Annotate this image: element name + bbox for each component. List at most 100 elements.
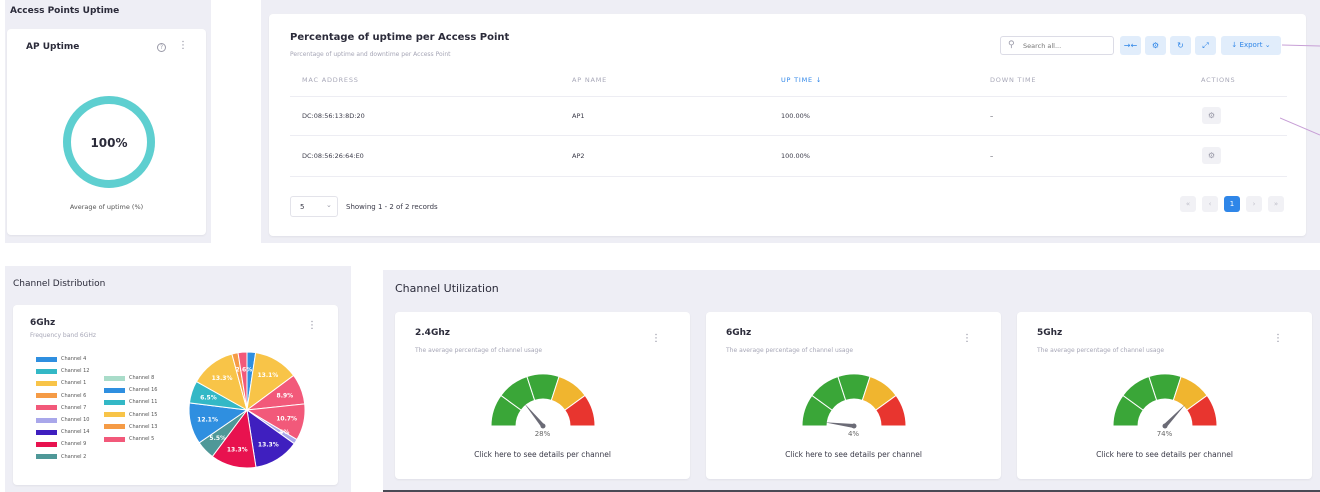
legend-item[interactable]: Channel 12 <box>36 368 89 374</box>
column-header-actions: ACTIONS <box>1201 76 1236 84</box>
row-action-button[interactable]: ⚙ <box>1202 147 1221 164</box>
search-box[interactable]: ⚲ <box>1000 36 1114 55</box>
cell-mac: DC:08:56:26:64:E0 <box>302 152 364 160</box>
column-header-ap-name[interactable]: AP NAME <box>572 76 607 84</box>
legend-label: Channel 9 <box>61 441 87 448</box>
gauge-card-6ghz: 6Ghz The average percentage of channel u… <box>706 312 1001 479</box>
gauge-subtitle: The average percentage of channel usage <box>726 347 854 354</box>
row-action-button[interactable]: ⚙ <box>1202 107 1221 124</box>
uptime-table-subtitle: Percentage of uptime and downtime per Ac… <box>290 51 451 58</box>
legend-swatch <box>36 368 57 374</box>
export-button[interactable]: ↓ Export ⌄ <box>1221 36 1281 55</box>
pie-slice-label: 10.7% <box>276 416 297 423</box>
gauge-menu-icon[interactable]: ⋮ <box>1273 334 1283 344</box>
gauge-needle-hub <box>1162 423 1168 429</box>
legend-swatch <box>104 375 125 381</box>
pie-slice-label: 5.5% <box>209 435 226 442</box>
gauge-value: 4% <box>847 430 860 438</box>
pie-slice-label: 13.3% <box>258 442 279 449</box>
legend-item[interactable]: Channel 11 <box>104 399 157 405</box>
gauge-needle-hub <box>540 423 546 429</box>
cell-down-time: – <box>990 152 994 160</box>
gauge-needle <box>824 422 855 428</box>
legend-item[interactable]: Channel 15 <box>104 412 157 418</box>
channel-distribution-title: Channel Distribution <box>13 279 106 289</box>
legend-item[interactable]: Channel 16 <box>104 387 157 393</box>
gauge-menu-icon[interactable]: ⋮ <box>651 334 661 344</box>
legend-swatch <box>36 380 57 386</box>
channel-utilization-title: Channel Utilization <box>395 282 499 295</box>
legend-label: Channel 5 <box>129 436 155 442</box>
channel-details-link[interactable]: Click here to see details per channel <box>395 450 690 459</box>
decorative-lines <box>1280 44 1320 136</box>
legend-label: Channel 7 <box>61 404 87 411</box>
refresh-button[interactable]: ↻ <box>1170 36 1191 55</box>
gauge-card-2-4ghz: 2.4Ghz The average percentage of channel… <box>395 312 690 479</box>
ap-uptime-menu-icon[interactable]: ⋮ <box>178 41 188 51</box>
decorative-line-bottom <box>1280 117 1320 136</box>
legend-item[interactable]: Channel 2 <box>36 454 86 460</box>
legend-item[interactable]: Channel 10 <box>36 417 89 423</box>
sort-down-icon: ↓ <box>815 76 823 84</box>
page-button-current[interactable]: 1 <box>1224 196 1240 212</box>
export-label: Export <box>1239 41 1263 49</box>
cell-up-time: 100.00% <box>781 112 810 120</box>
next-page-button[interactable]: › <box>1246 196 1262 212</box>
legend-label: Channel 6 <box>61 392 87 399</box>
chevron-right-icon: › <box>1252 200 1256 208</box>
pie-slice-label: 13.1% <box>258 372 279 379</box>
ap-uptime-title: AP Uptime <box>26 42 80 52</box>
search-input[interactable] <box>1023 40 1109 52</box>
ap-uptime-card: AP Uptime ? ⋮ 100% Average of uptime (%) <box>7 29 206 235</box>
row-divider <box>290 96 1287 97</box>
legend-label: Channel 14 <box>61 429 90 436</box>
settings-button[interactable]: ⚙ <box>1145 36 1166 55</box>
legend-item[interactable]: Channel 1 <box>36 380 86 386</box>
column-header-up-time[interactable]: UP TIME ↓ <box>781 76 822 84</box>
gear-icon: ⚙ <box>1151 41 1160 50</box>
last-page-button[interactable]: » <box>1268 196 1284 212</box>
legend-item[interactable]: Channel 7 <box>36 405 86 411</box>
channel-distribution-card-subtitle: Frequency band 6GHz <box>30 332 97 339</box>
legend-swatch <box>104 424 125 430</box>
column-width-button[interactable]: →← <box>1120 36 1141 55</box>
legend-swatch <box>104 399 125 405</box>
channel-distribution-menu-icon[interactable]: ⋮ <box>307 321 317 331</box>
pie-slice-label: 2.6% <box>236 367 253 374</box>
legend-label: Channel 1 <box>61 380 87 387</box>
fullscreen-button[interactable]: ⤢ <box>1195 36 1216 55</box>
legend-item[interactable]: Channel 8 <box>104 375 154 381</box>
legend-label: Channel 11 <box>129 399 158 406</box>
column-header-down-time[interactable]: DOWN TIME <box>990 76 1036 84</box>
prev-page-button[interactable]: ‹ <box>1202 196 1218 212</box>
column-header-mac[interactable]: MAC ADDRESS <box>302 76 359 84</box>
gauge-subtitle: The average percentage of channel usage <box>415 347 543 354</box>
legend-item[interactable]: Channel 9 <box>36 441 86 447</box>
gauge-title: 2.4Ghz <box>415 328 450 338</box>
pie-slice-label: 12.1% <box>197 417 218 424</box>
legend-item[interactable]: Channel 13 <box>104 424 157 430</box>
page-size-select[interactable]: 5 ⌄ <box>290 196 338 217</box>
first-page-button[interactable]: « <box>1180 196 1196 212</box>
legend-swatch <box>104 412 125 418</box>
records-count: Showing 1 - 2 of 2 records <box>346 203 438 211</box>
legend-label: Channel 2 <box>61 453 87 460</box>
expand-icon: ⤢ <box>1202 41 1209 50</box>
legend-item[interactable]: Channel 5 <box>104 436 154 442</box>
legend-item[interactable]: Channel 6 <box>36 393 86 399</box>
pie-slice-label: 6.5% <box>200 394 217 401</box>
help-icon[interactable]: ? <box>157 43 166 52</box>
legend-swatch <box>104 387 125 393</box>
cell-ap-name: AP1 <box>572 112 585 120</box>
gauge-menu-icon[interactable]: ⋮ <box>962 334 972 344</box>
uptime-table-title: Percentage of uptime per Access Point <box>290 32 510 43</box>
chevron-down-icon: ⌄ <box>1264 41 1271 49</box>
legend-item[interactable]: Channel 4 <box>36 356 86 362</box>
search-icon: ⚲ <box>1008 40 1015 50</box>
channel-details-link[interactable]: Click here to see details per channel <box>706 450 1001 459</box>
cell-down-time: – <box>990 112 994 120</box>
legend-item[interactable]: Channel 14 <box>36 429 89 435</box>
legend-swatch <box>36 454 57 460</box>
legend-swatch <box>36 393 57 399</box>
channel-details-link[interactable]: Click here to see details per channel <box>1017 450 1312 459</box>
